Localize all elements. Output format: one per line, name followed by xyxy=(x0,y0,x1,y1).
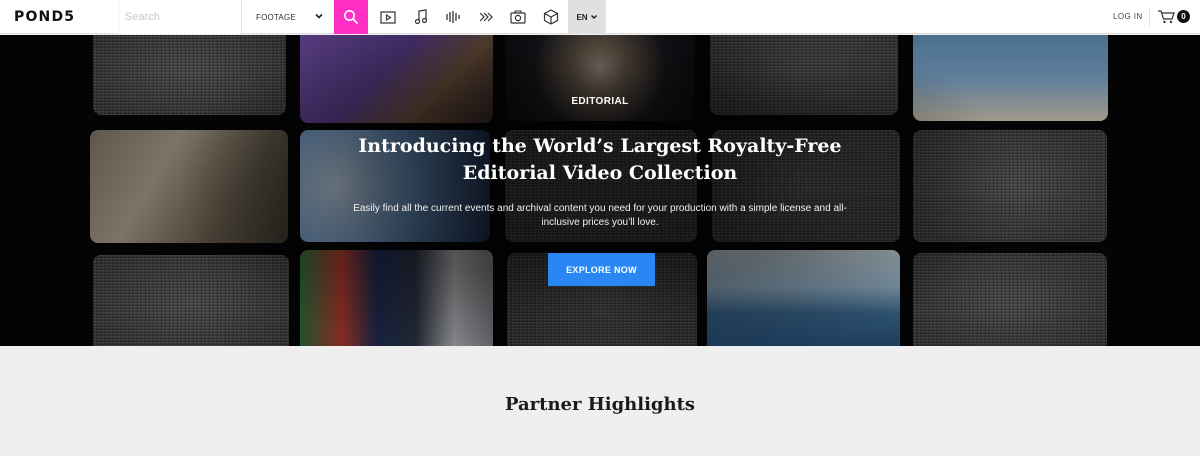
media-type-after-effects-button[interactable] xyxy=(470,0,502,34)
music-icon xyxy=(414,9,428,25)
after-effects-icon xyxy=(479,12,493,22)
media-type-photo-button[interactable] xyxy=(502,0,534,34)
search-button[interactable] xyxy=(334,0,368,34)
hero-banner xyxy=(0,35,1200,346)
cart-icon[interactable] xyxy=(1157,9,1177,25)
pond5-logo[interactable]: POND5 xyxy=(14,9,75,25)
cart-count-badge: 0 xyxy=(1177,10,1190,23)
media-type-video-button[interactable] xyxy=(372,0,404,34)
sound-effects-icon xyxy=(446,11,460,23)
chevron-down-icon xyxy=(315,13,323,19)
hero-subtitle: Easily find all the current events and a… xyxy=(353,203,847,228)
media-type-music-button[interactable] xyxy=(405,0,437,34)
media-type-dropdown[interactable]: FOOTAGE xyxy=(241,0,334,34)
3d-model-icon xyxy=(543,9,559,25)
search-field[interactable] xyxy=(118,0,240,34)
media-type-3d-button[interactable] xyxy=(535,0,567,34)
language-code: EN xyxy=(576,12,588,22)
search-icon xyxy=(344,10,359,25)
chevron-down-icon xyxy=(590,14,597,20)
top-nav: POND5 FOOTAGE EN LOG IN 0 xyxy=(0,0,1200,34)
hero-title: Introducing the World’s Largest Royalty-… xyxy=(358,135,842,184)
photo-icon xyxy=(510,10,526,24)
video-icon xyxy=(380,10,396,24)
login-link[interactable]: LOG IN xyxy=(1113,12,1143,21)
explore-now-button[interactable]: EXPLORE NOW xyxy=(548,253,655,286)
partner-highlights-heading: Partner Highlights xyxy=(504,394,696,415)
nav-divider xyxy=(1149,8,1150,26)
hero-eyebrow: EDITORIAL xyxy=(571,96,629,107)
search-input[interactable] xyxy=(119,0,240,34)
language-selector[interactable]: EN xyxy=(568,0,606,34)
hero-overlay xyxy=(0,35,1200,346)
media-type-selected: FOOTAGE xyxy=(256,12,296,22)
media-type-sound-effects-button[interactable] xyxy=(437,0,469,34)
